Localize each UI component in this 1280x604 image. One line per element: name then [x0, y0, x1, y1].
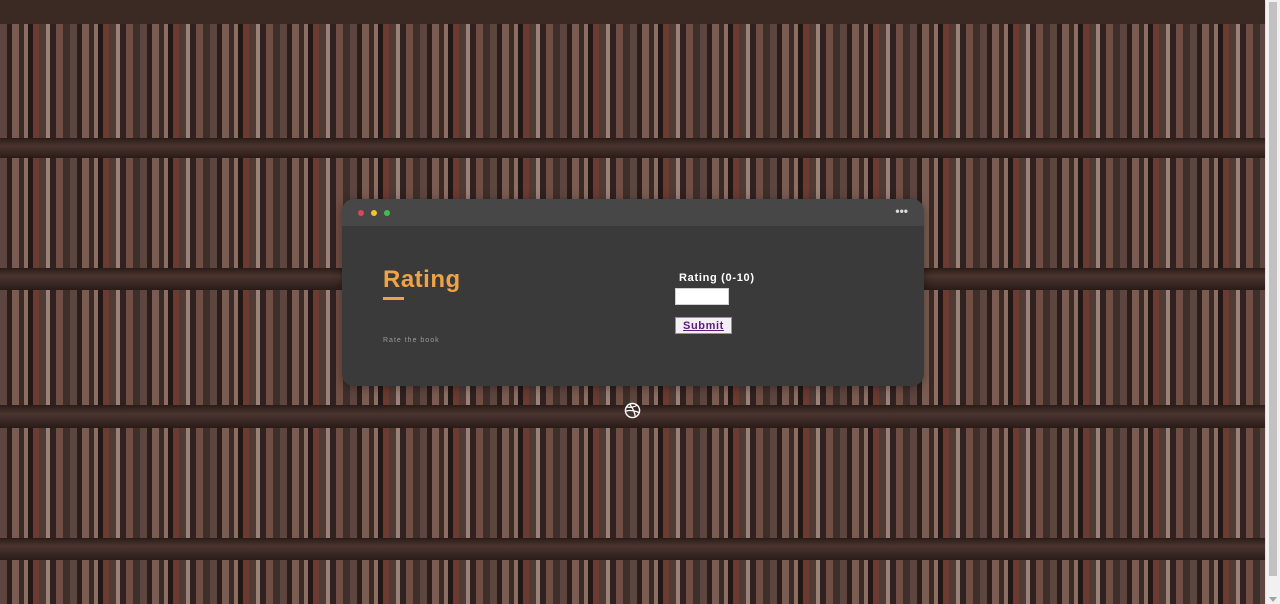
page-subtitle: Rate the book — [383, 337, 440, 344]
scrollbar[interactable] — [1265, 0, 1280, 604]
window-titlebar: ••• — [342, 199, 924, 226]
scrollbar-thumb[interactable] — [1269, 2, 1277, 576]
rating-label: Rating (0-10) — [679, 272, 755, 284]
rating-input[interactable] — [675, 288, 729, 305]
maximize-dot-icon[interactable] — [384, 210, 390, 216]
close-dot-icon[interactable] — [358, 210, 364, 216]
more-horizontal-icon[interactable]: ••• — [895, 205, 908, 217]
scroll-down-arrow-icon[interactable] — [1269, 597, 1277, 602]
dribbble-icon[interactable] — [624, 402, 641, 419]
submit-button[interactable]: Submit — [675, 317, 732, 334]
title-underline — [383, 297, 404, 300]
rating-window: ••• Rating Rate the book Rating (0-10) S… — [342, 199, 924, 386]
page-title: Rating — [383, 266, 461, 293]
minimize-dot-icon[interactable] — [371, 210, 377, 216]
